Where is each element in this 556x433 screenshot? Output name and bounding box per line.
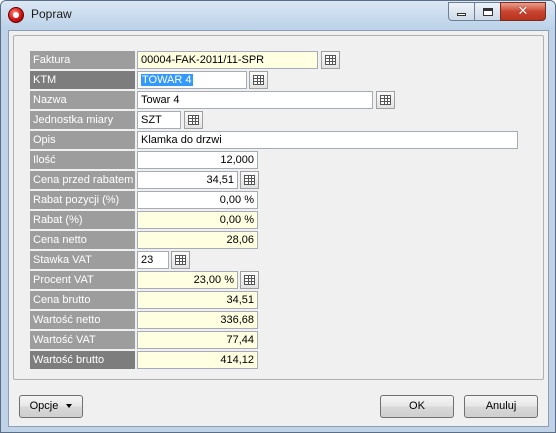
procent-vat-label: Procent VAT: [30, 271, 135, 289]
jednostka-label: Jednostka miary: [30, 111, 135, 129]
jednostka-field[interactable]: SZT: [137, 111, 181, 129]
app-logo-icon: [8, 7, 24, 23]
minimize-icon: [457, 13, 466, 16]
dialog-body: Faktura 00004-FAK-2011/11-SPR KTM TOWAR …: [8, 30, 549, 427]
cena-brutto-field: 34,51: [137, 291, 258, 309]
maximize-button[interactable]: [474, 2, 501, 21]
wartosc-brutto-field: 414,12: [137, 351, 258, 369]
dialog-window: Popraw ✕ Faktura 00004-FAK-2011/11-SPR K…: [0, 0, 556, 433]
form-panel: Faktura 00004-FAK-2011/11-SPR KTM TOWAR …: [13, 35, 544, 380]
close-icon: ✕: [517, 4, 529, 19]
opis-field[interactable]: Klamka do drzwi: [137, 131, 518, 149]
opcje-label: Opcje: [29, 400, 59, 412]
minimize-button[interactable]: [448, 2, 475, 21]
rabat-field: 0,00 %: [137, 211, 258, 229]
nazwa-lookup-button[interactable]: [376, 91, 395, 109]
table-grid-icon: [244, 175, 255, 185]
faktura-lookup-button[interactable]: [321, 51, 340, 69]
cena-przed-rabatem-field[interactable]: 34,51: [137, 171, 238, 189]
cena-brutto-label: Cena brutto: [30, 291, 135, 309]
window-title: Popraw: [31, 7, 72, 21]
jednostka-lookup-button[interactable]: [184, 111, 203, 129]
table-grid-icon: [188, 115, 199, 125]
table-grid-icon: [175, 255, 186, 265]
ktm-field[interactable]: TOWAR 4: [137, 71, 247, 89]
nazwa-field[interactable]: Towar 4: [137, 91, 373, 109]
stawka-vat-label: Stawka VAT: [30, 251, 135, 269]
maximize-icon: [482, 7, 493, 16]
stawka-vat-lookup-button[interactable]: [171, 251, 190, 269]
ilosc-label: Ilość: [30, 151, 135, 169]
wartosc-vat-label: Wartość VAT: [30, 331, 135, 349]
stawka-vat-field[interactable]: 23: [137, 251, 169, 269]
faktura-label: Faktura: [30, 51, 135, 69]
opis-label: Opis: [30, 131, 135, 149]
wartosc-netto-label: Wartość netto: [30, 311, 135, 329]
anuluj-button[interactable]: Anuluj: [464, 395, 538, 418]
nazwa-label: Nazwa: [30, 91, 135, 109]
wartosc-vat-field: 77,44: [137, 331, 258, 349]
faktura-field[interactable]: 00004-FAK-2011/11-SPR: [137, 51, 318, 69]
table-grid-icon: [253, 75, 264, 85]
table-grid-icon: [380, 95, 391, 105]
rabat-pozycji-field[interactable]: 0,00 %: [137, 191, 258, 209]
procent-vat-lookup-button[interactable]: [240, 271, 259, 289]
wartosc-netto-field: 336,68: [137, 311, 258, 329]
rabat-label: Rabat (%): [30, 211, 135, 229]
table-grid-icon: [244, 275, 255, 285]
ktm-lookup-button[interactable]: [249, 71, 268, 89]
opcje-dropdown-button[interactable]: Opcje: [19, 395, 83, 418]
ilosc-field[interactable]: 12,000: [137, 151, 258, 169]
cena-netto-field: 28,06: [137, 231, 258, 249]
wartosc-brutto-label: Wartość brutto: [30, 351, 135, 369]
title-bar[interactable]: Popraw ✕: [1, 1, 555, 29]
procent-vat-field: 23,00 %: [137, 271, 238, 289]
rabat-pozycji-label: Rabat pozycji (%): [30, 191, 135, 209]
ktm-selected-text: TOWAR 4: [141, 74, 193, 86]
dropdown-arrow-icon: [66, 404, 73, 409]
ok-button[interactable]: OK: [380, 395, 454, 418]
table-grid-icon: [325, 55, 336, 65]
cena-przed-rabatem-lookup-button[interactable]: [240, 171, 259, 189]
cena-przed-rabatem-label: Cena przed rabatem: [30, 171, 135, 189]
close-button[interactable]: ✕: [500, 2, 546, 21]
ktm-label: KTM: [30, 71, 135, 89]
cena-netto-label: Cena netto: [30, 231, 135, 249]
